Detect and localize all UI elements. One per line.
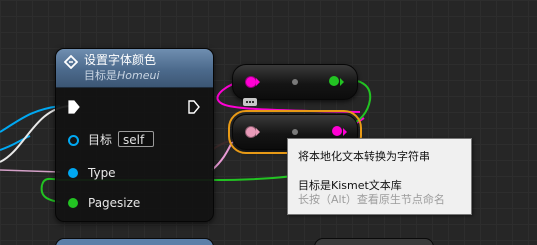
type-pin-label: Type — [88, 166, 116, 180]
tooltip-description: 将本地化文本转换为字符串 — [298, 150, 430, 163]
exec-out-pin[interactable] — [188, 100, 200, 114]
pagesize-pin-label: Pagesize — [88, 196, 141, 210]
target-pin[interactable] — [68, 135, 79, 146]
target-self-field[interactable]: self — [118, 131, 154, 147]
tooltip-hint: 长按（Alt）查看原生节点命名 — [298, 193, 445, 206]
conversion-output-pin[interactable] — [329, 76, 339, 86]
object-wire — [0, 105, 61, 133]
target-pin-row: 目标 self — [56, 131, 213, 149]
pagesize-pin[interactable] — [68, 198, 78, 208]
node-subtitle-target: Homeui — [117, 69, 160, 82]
blueprint-graph-canvas[interactable]: 设置字体颜色 目标是Homeui 目标 self Type Pagesize 将… — [0, 0, 537, 245]
pin-arrow-icon — [343, 128, 347, 136]
set-font-color-node[interactable]: 设置字体颜色 目标是Homeui 目标 self Type Pagesize — [55, 48, 214, 222]
tooltip-target: 目标是Kismet文本库 — [298, 179, 402, 192]
node-subtitle-prefix: 目标是 — [84, 69, 117, 82]
partial-node-bottom-left[interactable] — [55, 238, 214, 245]
text-wire — [0, 169, 61, 173]
conversion-node-top[interactable] — [232, 64, 358, 100]
target-pin-label: 目标 — [88, 133, 113, 147]
conversion-node-center-dot — [292, 129, 298, 135]
type-pin-row: Type — [56, 164, 213, 182]
node-tooltip: 将本地化文本转换为字符串 目标是Kismet文本库 长按（Alt）查看原生节点命… — [287, 138, 472, 215]
exec-in-pin[interactable] — [68, 100, 80, 114]
node-subtitle: 目标是Homeui — [84, 69, 160, 82]
type-pin[interactable] — [68, 168, 78, 178]
pagesize-pin-row: Pagesize — [56, 194, 213, 212]
function-icon — [64, 55, 78, 69]
string-output-pin[interactable] — [332, 126, 342, 136]
partial-node-bottom-right[interactable] — [314, 238, 434, 245]
conversion-node-center-dot — [292, 79, 298, 85]
node-title: 设置字体颜色 — [84, 53, 157, 67]
pin-arrow-icon — [256, 78, 260, 86]
pin-arrow-icon — [340, 78, 344, 86]
node-header[interactable]: 设置字体颜色 目标是Homeui — [56, 49, 213, 88]
pin-arrow-icon — [256, 128, 260, 136]
reroute-knot[interactable] — [243, 98, 257, 106]
